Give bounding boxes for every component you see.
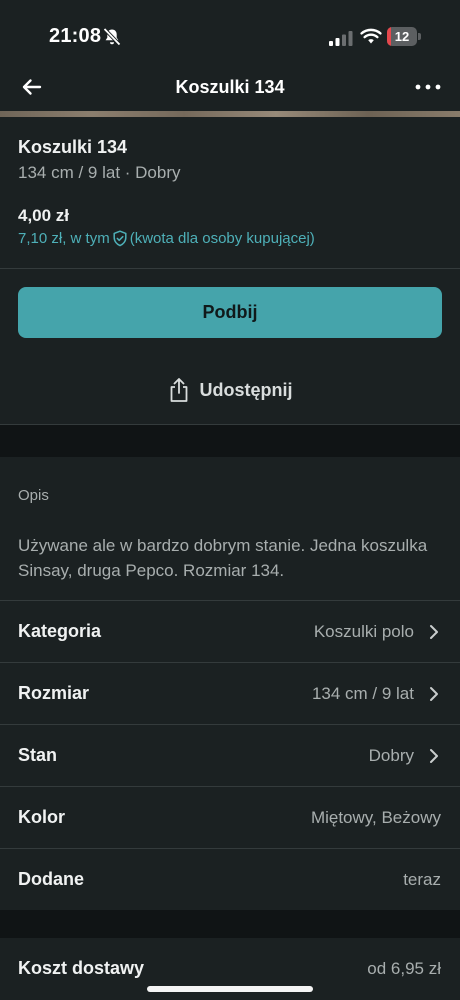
share-icon [170, 378, 187, 402]
status-time: 21:08 [49, 25, 102, 47]
wifi-icon [360, 28, 382, 44]
row-label: Rozmiar [18, 683, 90, 703]
shipping-value: od 6,95 zł [367, 959, 441, 978]
divider [0, 268, 460, 269]
row-value: Dobry [368, 746, 414, 765]
item-meta: 134 cm / 9 lat · Dobry [18, 163, 181, 182]
arrow-left-icon[interactable] [18, 73, 46, 101]
item-title: Koszulki 134 [18, 137, 128, 157]
description-heading: Opis [18, 487, 49, 504]
shipping-label: Koszt dostawy [18, 958, 145, 978]
buyer-protection-total[interactable]: 7,10 zł, w tym (kwota dla osoby kupujące… [18, 230, 315, 247]
more-horizontal-icon[interactable] [412, 77, 444, 97]
status-bar: 21:08 12 [0, 0, 460, 64]
chevron-right-icon [430, 749, 438, 763]
page-title: Koszulki 134 [175, 77, 285, 97]
row-value: Koszulki polo [313, 622, 414, 641]
item-photo[interactable] [0, 111, 460, 117]
row-label: Kategoria [18, 621, 102, 641]
row-label: Stan [18, 745, 58, 765]
bump-button[interactable]: Podbij [18, 287, 442, 338]
detail-row-size[interactable]: Rozmiar 134 cm / 9 lat [0, 663, 460, 725]
row-value: 134 cm / 9 lat [311, 684, 414, 703]
share-button[interactable]: Udostępnij [0, 365, 460, 415]
row-value: Miętowy, Beżowy [310, 808, 441, 827]
chevron-right-icon [430, 625, 438, 639]
total-price-label: 7,10 zł, w tym [18, 230, 110, 247]
buyer-protection-label: (kwota dla osoby kupującej) [129, 230, 315, 247]
chevron-right-icon [430, 687, 438, 701]
section-separator [0, 425, 460, 457]
detail-row-color: Kolor Miętowy, Beżowy [0, 787, 460, 849]
home-indicator[interactable] [147, 986, 313, 992]
bell-slash-icon [103, 27, 121, 46]
share-label: Udostępnij [199, 379, 293, 400]
shield-check-icon [113, 230, 127, 247]
detail-row-category[interactable]: Kategoria Koszulki polo [0, 601, 460, 663]
detail-row-added: Dodane teraz [0, 849, 460, 911]
cellular-signal-icon [329, 31, 353, 46]
nav-bar: Koszulki 134 [0, 64, 460, 112]
item-price: 4,00 zł [18, 206, 70, 225]
detail-row-condition[interactable]: Stan Dobry [0, 725, 460, 787]
row-value: teraz [403, 870, 441, 889]
battery-level: 12 [394, 29, 410, 44]
section-separator [0, 910, 460, 938]
row-label: Dodane [18, 869, 85, 889]
battery-indicator: 12 [387, 27, 421, 46]
description-text: Używane ale w bardzo dobrym stanie. Jedn… [18, 536, 428, 580]
row-label: Kolor [18, 807, 65, 827]
